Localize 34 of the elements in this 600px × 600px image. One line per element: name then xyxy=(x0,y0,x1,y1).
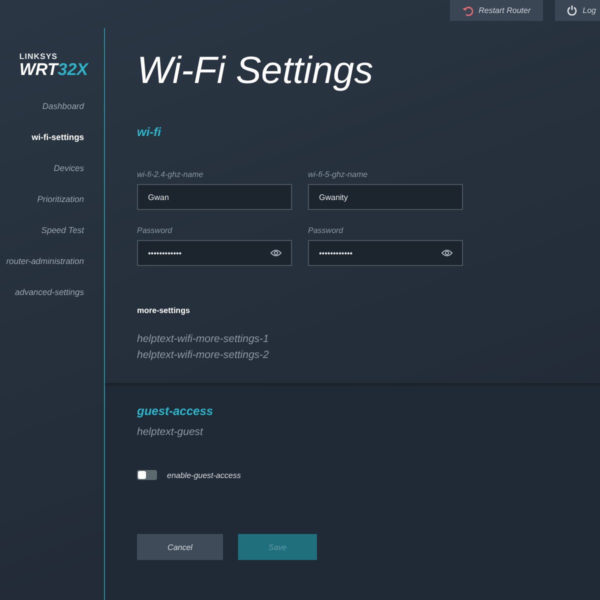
eye-icon[interactable] xyxy=(441,249,453,257)
help-text: helptext-wifi-more-settings-2 xyxy=(137,348,269,363)
sidebar-item[interactable]: Speed Test xyxy=(41,223,84,237)
help-text: helptext-guest xyxy=(137,425,203,440)
brand-logo: LINKSYS xyxy=(19,52,58,61)
subsection-heading: more-settings xyxy=(137,306,190,315)
field-label: Password xyxy=(137,226,172,235)
sidebar-item[interactable]: Devices xyxy=(54,161,84,175)
input-field[interactable]: Gwanity xyxy=(308,184,463,210)
cancel-button[interactable]: Cancel xyxy=(137,534,223,560)
field-label: Password xyxy=(308,226,344,235)
restart-button[interactable]: Restart Router xyxy=(450,0,543,21)
toggle-label: enable-guest-access xyxy=(167,470,241,480)
power-icon xyxy=(566,5,577,16)
model-name: WRT xyxy=(19,61,58,79)
field-label: wi-fi-5-ghz-name xyxy=(308,170,368,179)
input-field[interactable]: Gwan xyxy=(137,184,292,210)
logout-button[interactable]: Log xyxy=(554,0,600,21)
help-text: helptext-wifi-more-settings-1 xyxy=(137,332,269,347)
sidebar-item[interactable]: router-administration xyxy=(6,254,84,268)
sidebar-item[interactable]: advanced-settings xyxy=(15,285,84,299)
section-heading: wi-fi xyxy=(137,125,161,139)
password-field[interactable]: •••••••••••• xyxy=(137,240,292,266)
eye-icon[interactable] xyxy=(270,249,282,257)
password-field[interactable]: •••••••••••• xyxy=(308,240,463,266)
sidebar-item[interactable]: Prioritization xyxy=(37,192,84,206)
section-heading: guest-access xyxy=(137,404,214,418)
toggle-switch[interactable] xyxy=(137,470,157,480)
sidebar-item[interactable]: wi-fi-settings xyxy=(32,130,84,144)
page-title: Wi-Fi Settings xyxy=(137,49,374,93)
field-label: wi-fi-2.4-ghz-name xyxy=(137,170,204,179)
restart-icon xyxy=(462,6,473,16)
sidebar-item[interactable]: Dashboard xyxy=(42,99,84,113)
model-number: 32X xyxy=(58,61,88,79)
